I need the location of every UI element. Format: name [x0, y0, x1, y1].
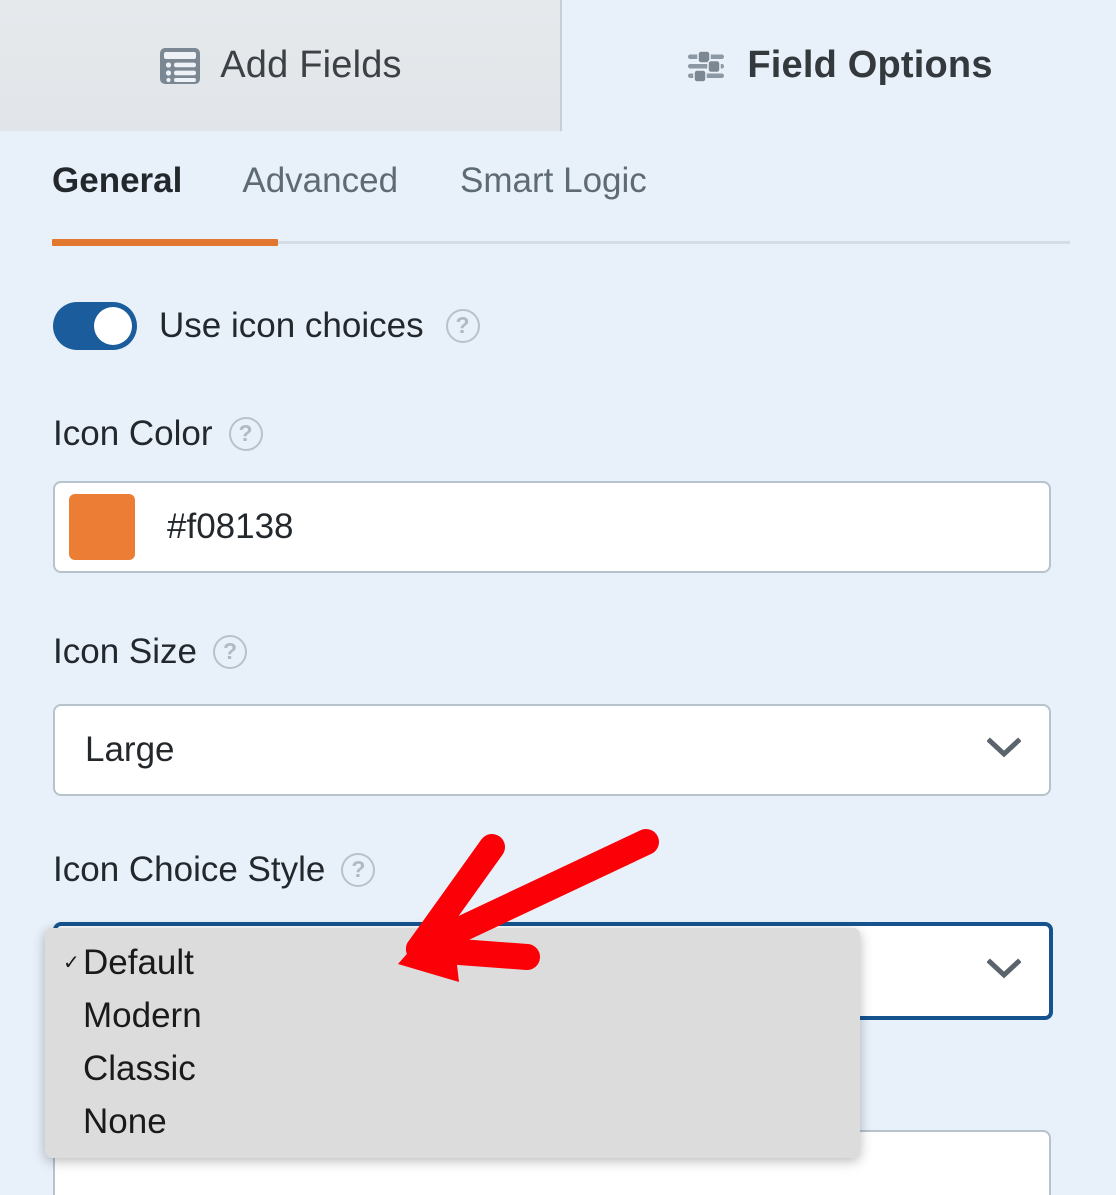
use-icon-choices-toggle[interactable]: [53, 302, 137, 350]
help-icon[interactable]: ?: [212, 635, 247, 669]
chevron-down-icon: [986, 957, 1022, 985]
dropdown-option-label: Classic: [83, 1048, 196, 1088]
dropdown-option-label: Default: [83, 942, 194, 982]
icon-color-label-row: Icon Color ?: [53, 414, 263, 454]
field-options-panel: Add Fields Field Options General Advance…: [0, 0, 1116, 1195]
icon-choice-style-dropdown-menu[interactable]: ✓ Default Modern Classic None: [45, 928, 860, 1158]
checkmark-icon: ✓: [63, 951, 80, 974]
dropdown-option-label: Modern: [83, 995, 202, 1035]
icon-choice-style-label-row: Icon Choice Style ?: [53, 850, 376, 890]
subtab-smart-logic[interactable]: Smart Logic: [460, 161, 647, 201]
help-icon[interactable]: ?: [228, 417, 263, 451]
use-icon-choices-label: Use icon choices: [159, 306, 424, 345]
help-icon[interactable]: ?: [445, 309, 480, 343]
icon-color-label: Icon Color: [53, 414, 213, 453]
settings-subtabs: General Advanced Smart Logic: [0, 131, 1116, 249]
chevron-down-icon: [986, 736, 1022, 764]
icon-size-select[interactable]: Large: [53, 704, 1051, 796]
dropdown-option-default[interactable]: ✓ Default: [45, 936, 860, 989]
form-list-icon: [158, 44, 202, 88]
tab-add-fields[interactable]: Add Fields: [0, 0, 562, 131]
use-icon-choices-row: Use icon choices ?: [53, 302, 480, 350]
help-icon[interactable]: ?: [341, 853, 376, 887]
tab-field-options[interactable]: Field Options: [562, 0, 1116, 131]
panel-top-tabs: Add Fields Field Options: [0, 0, 1116, 131]
tab-add-fields-label: Add Fields: [220, 44, 402, 86]
icon-size-label: Icon Size: [53, 632, 197, 671]
dropdown-option-modern[interactable]: Modern: [45, 989, 860, 1042]
icon-size-label-row: Icon Size ?: [53, 632, 247, 672]
icon-color-value: #f08138: [167, 507, 294, 546]
dropdown-option-label: None: [83, 1101, 167, 1141]
color-swatch[interactable]: [69, 494, 135, 560]
tab-field-options-label: Field Options: [747, 44, 993, 86]
icon-color-input[interactable]: #f08138: [53, 481, 1051, 573]
icon-size-value: Large: [85, 730, 175, 769]
toggle-knob: [94, 307, 132, 345]
subtab-general[interactable]: General: [52, 161, 182, 201]
dropdown-option-none[interactable]: None: [45, 1095, 860, 1148]
icon-choice-style-label: Icon Choice Style: [53, 850, 326, 889]
subtab-active-underline: [52, 239, 278, 246]
subtab-advanced[interactable]: Advanced: [242, 161, 398, 201]
sliders-icon: [685, 44, 729, 88]
dropdown-option-classic[interactable]: Classic: [45, 1042, 860, 1095]
